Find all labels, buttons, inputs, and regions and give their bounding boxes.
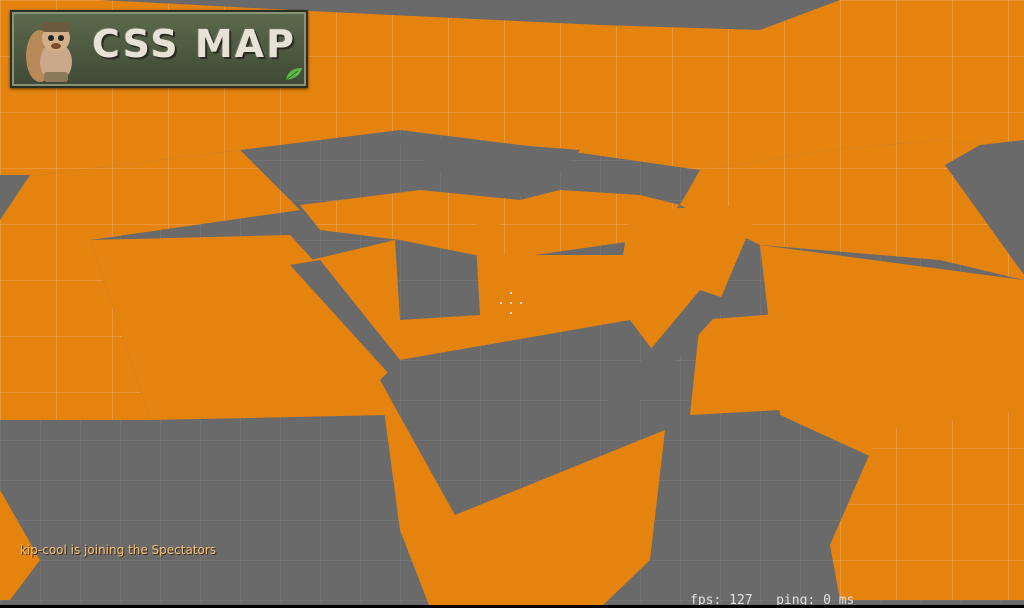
chat-message: kip-cool is joining the Spectators <box>20 543 217 557</box>
squirrel-mascot-icon <box>26 22 72 82</box>
css-map-logo: CSS MAP <box>10 10 308 88</box>
leaf-icon <box>285 68 302 81</box>
game-viewport[interactable]: CSS MAP kip-cool is joining the Spectato… <box>0 0 1024 608</box>
logo-title: CSS MAP <box>92 22 296 66</box>
crosshair-icon <box>500 292 522 314</box>
